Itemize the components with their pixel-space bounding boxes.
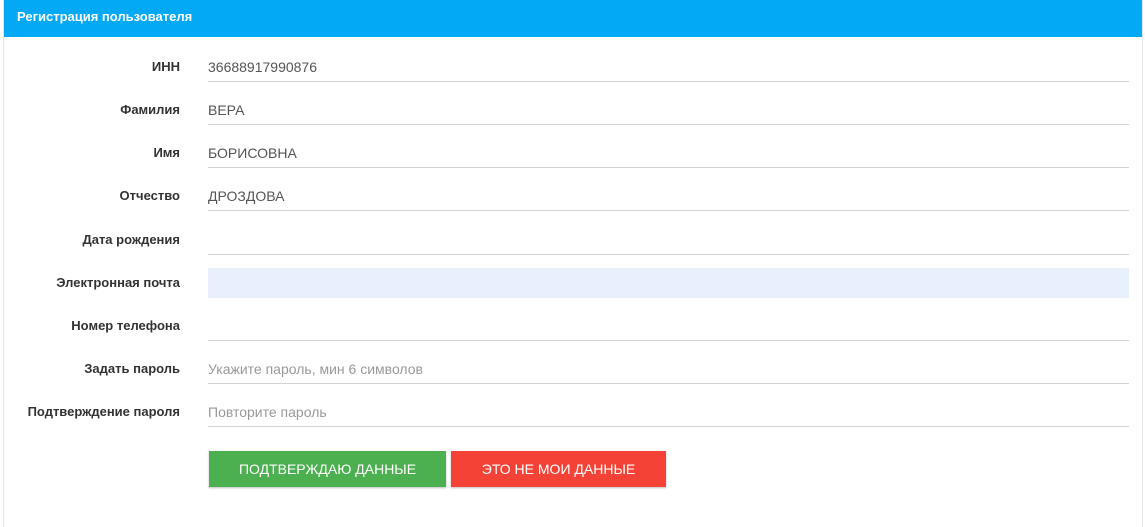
firstname-label: Имя xyxy=(153,145,180,160)
lastname-input[interactable] xyxy=(208,95,1129,125)
phone-input[interactable] xyxy=(208,311,1129,341)
form-row-password-confirm: Подтверждение пароля xyxy=(4,397,1144,427)
password-input[interactable] xyxy=(208,354,1129,384)
panel-title: Регистрация пользователя xyxy=(4,0,1142,37)
form-row-password: Задать пароль xyxy=(4,354,1144,384)
birthdate-label: Дата рождения xyxy=(82,232,180,247)
patronymic-input[interactable] xyxy=(208,181,1129,211)
form-row-phone: Номер телефона xyxy=(4,311,1144,341)
inn-input[interactable] xyxy=(208,52,1129,82)
not-my-data-button[interactable]: ЭТО НЕ МОИ ДАННЫЕ xyxy=(451,451,666,487)
password-confirm-input[interactable] xyxy=(208,397,1129,427)
lastname-label: Фамилия xyxy=(120,102,180,117)
form-row-email: Электронная почта xyxy=(4,268,1144,298)
inn-label: ИНН xyxy=(151,59,180,74)
registration-panel: Регистрация пользователя ИНН Фамилия Имя… xyxy=(3,0,1143,527)
form-row-firstname: Имя xyxy=(4,138,1144,168)
form-row-lastname: Фамилия xyxy=(4,95,1144,125)
form-row-birthdate: Дата рождения xyxy=(4,225,1144,255)
confirm-data-button[interactable]: ПОДТВЕРЖДАЮ ДАННЫЕ xyxy=(209,451,446,487)
email-label: Электронная почта xyxy=(56,275,180,290)
email-input[interactable] xyxy=(208,268,1129,298)
birthdate-input[interactable] xyxy=(208,225,1129,255)
password-label: Задать пароль xyxy=(84,361,180,376)
firstname-input[interactable] xyxy=(208,138,1129,168)
form-row-patronymic: Отчество xyxy=(4,181,1144,211)
form-row-inn: ИНН xyxy=(4,52,1144,82)
phone-label: Номер телефона xyxy=(71,318,180,333)
patronymic-label: Отчество xyxy=(119,188,180,203)
password-confirm-label: Подтверждение пароля xyxy=(27,404,180,419)
